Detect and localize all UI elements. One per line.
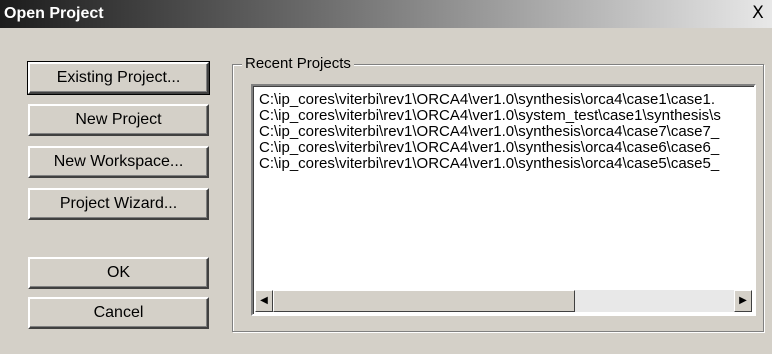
- ok-button[interactable]: OK: [28, 257, 209, 289]
- list-item[interactable]: C:\ip_cores\viterbi\rev1\ORCA4\ver1.0\sy…: [259, 108, 754, 124]
- scroll-left-icon[interactable]: ◀: [255, 290, 273, 312]
- close-button[interactable]: X: [750, 4, 766, 22]
- scrollbar-thumb[interactable]: [273, 290, 575, 312]
- recent-projects-legend: Recent Projects: [242, 55, 354, 72]
- new-project-button[interactable]: New Project: [28, 104, 209, 136]
- open-project-dialog: Open Project X Existing Project... New P…: [0, 0, 772, 354]
- new-workspace-button[interactable]: New Workspace...: [28, 146, 209, 178]
- list-item[interactable]: C:\ip_cores\viterbi\rev1\ORCA4\ver1.0\sy…: [259, 156, 754, 172]
- title-bar[interactable]: Open Project X: [0, 0, 772, 28]
- list-item[interactable]: C:\ip_cores\viterbi\rev1\ORCA4\ver1.0\sy…: [259, 124, 754, 140]
- cancel-button[interactable]: Cancel: [28, 297, 209, 329]
- list-item[interactable]: C:\ip_cores\viterbi\rev1\ORCA4\ver1.0\sy…: [259, 140, 754, 156]
- existing-project-button[interactable]: Existing Project...: [27, 61, 210, 95]
- window-title: Open Project: [4, 5, 104, 22]
- horizontal-scrollbar[interactable]: ◀ ▶: [255, 290, 752, 312]
- recent-projects-list[interactable]: C:\ip_cores\viterbi\rev1\ORCA4\ver1.0\sy…: [251, 84, 756, 316]
- list-item[interactable]: C:\ip_cores\viterbi\rev1\ORCA4\ver1.0\sy…: [259, 92, 754, 108]
- scroll-right-icon[interactable]: ▶: [734, 290, 752, 312]
- project-wizard-button[interactable]: Project Wizard...: [28, 188, 209, 220]
